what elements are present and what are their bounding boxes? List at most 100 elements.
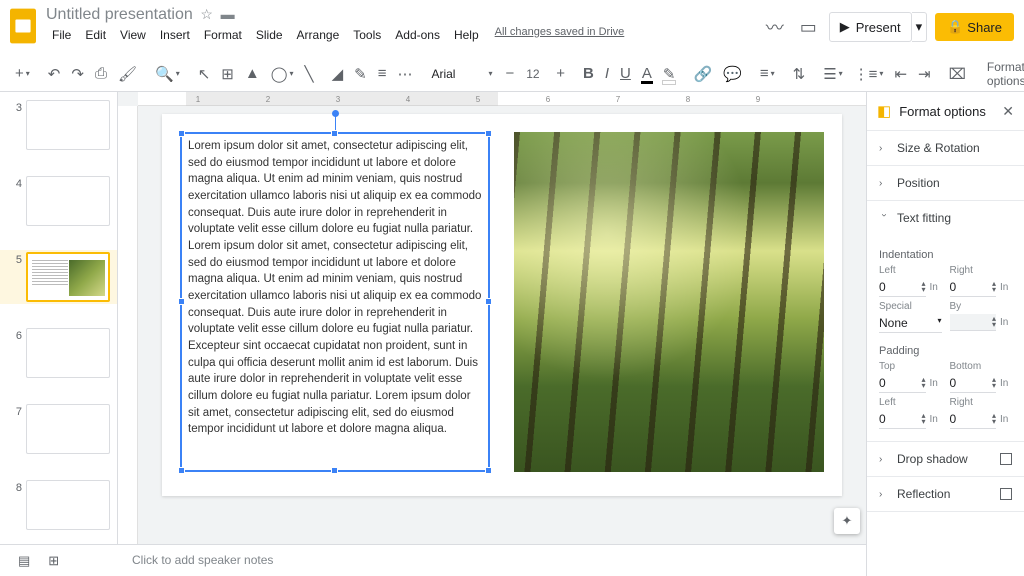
slide-canvas[interactable]: Lorem ipsum dolor sit amet, consectetur … <box>162 114 842 496</box>
zoom-button[interactable]: 🔍▾ <box>150 61 185 87</box>
menu-insert[interactable]: Insert <box>154 26 196 44</box>
chevron-right-icon: › <box>879 454 889 465</box>
comments-icon[interactable]: ▭ <box>796 13 821 42</box>
speaker-notes[interactable]: Click to add speaker notes <box>118 544 866 576</box>
line-tool[interactable]: ╲ <box>300 61 319 87</box>
slide-thumb-4[interactable]: 4 <box>0 174 117 228</box>
fill-color[interactable]: ◢ <box>327 61 349 87</box>
grid-view-icon[interactable]: ⊞ <box>48 553 59 569</box>
toolbar: +▾ ↶ ↷ ⎙ 🖌 🔍▾ ↖ ⊞ ▲ ◯▾ ╲ ◢ ✎ ≡ ⋯ Arial▾ … <box>0 56 1024 92</box>
new-slide-button[interactable]: +▾ <box>10 61 35 86</box>
chevron-right-icon: › <box>879 178 889 189</box>
paint-format-button[interactable]: 🖌 <box>113 61 142 87</box>
undo-button[interactable]: ↶ <box>43 61 66 87</box>
menu-format[interactable]: Format <box>198 26 248 44</box>
bold-button[interactable]: B <box>578 61 599 86</box>
forest-image <box>514 132 824 472</box>
menu-slide[interactable]: Slide <box>250 26 289 44</box>
increase-indent-button[interactable]: ⇥ <box>913 61 936 87</box>
indent-by-input: ▴▾ <box>950 314 997 331</box>
filmstrip[interactable]: 3 4 5 6 7 8 9 10 <box>0 92 118 576</box>
font-select[interactable]: Arial <box>425 65 485 83</box>
indent-special-select[interactable]: None▾ <box>879 314 942 333</box>
menu-file[interactable]: File <box>46 26 77 44</box>
slide-thumb-6[interactable]: 6 <box>0 326 117 380</box>
padding-right-input[interactable]: 0▴▾ <box>950 410 997 429</box>
present-dropdown[interactable]: ▾ <box>912 12 928 42</box>
align-button[interactable]: ≡▾ <box>755 61 780 86</box>
section-position[interactable]: › Position <box>867 166 1024 201</box>
sidebar-title: Format options <box>899 104 1002 119</box>
size-increase[interactable]: + <box>551 61 570 86</box>
italic-button[interactable]: I <box>600 61 614 86</box>
shape-tool[interactable]: ◯▾ <box>266 61 299 87</box>
line-spacing-button[interactable]: ⇅ <box>788 61 811 87</box>
link-button[interactable]: 🔗 <box>688 61 717 87</box>
padding-top-input[interactable]: 0▴▾ <box>879 374 926 393</box>
bulleted-list-button[interactable]: ⋮≡▾ <box>849 61 889 87</box>
textbox-tool[interactable]: ⊞ <box>216 61 239 87</box>
padding-heading: Padding <box>879 345 1012 357</box>
body-textbox[interactable]: Lorem ipsum dolor sit amet, consectetur … <box>180 132 490 472</box>
slide-thumb-5[interactable]: 5 <box>0 250 117 304</box>
print-button[interactable]: ⎙ <box>90 61 112 86</box>
canvas-area: 123456789 Lorem ipsum dolor sit amet, co… <box>118 92 866 576</box>
menu-arrange[interactable]: Arrange <box>291 26 346 44</box>
indent-right-input[interactable]: 0▴▾ <box>950 278 997 297</box>
body-text[interactable]: Lorem ipsum dolor sit amet, consectetur … <box>188 140 481 435</box>
redo-button[interactable]: ↷ <box>66 61 89 87</box>
size-decrease[interactable]: − <box>500 61 519 86</box>
menu-edit[interactable]: Edit <box>79 26 112 44</box>
view-mode-bar: ▤ ⊞ <box>0 544 118 576</box>
folder-icon[interactable]: ▬ <box>221 6 235 22</box>
present-button[interactable]: ▶ Present <box>829 12 912 42</box>
chevron-right-icon: › <box>879 489 889 500</box>
doc-title[interactable]: Untitled presentation <box>46 6 193 24</box>
section-size-rotation[interactable]: › Size & Rotation <box>867 131 1024 166</box>
image-tool[interactable]: ▲ <box>240 61 265 86</box>
star-icon[interactable]: ☆ <box>200 6 213 22</box>
highlight-color-button[interactable]: ✎ <box>658 61 681 87</box>
ruler-vertical[interactable] <box>118 106 138 544</box>
section-text-fitting[interactable]: › Text fitting <box>867 201 1024 235</box>
slides-logo[interactable] <box>10 8 36 44</box>
menu-help[interactable]: Help <box>448 26 485 44</box>
menu-view[interactable]: View <box>114 26 152 44</box>
text-color-button[interactable]: A <box>637 61 657 86</box>
border-weight[interactable]: ≡ <box>373 61 392 86</box>
clear-format-button[interactable]: ⌧ <box>944 61 971 87</box>
chevron-right-icon: › <box>879 143 889 154</box>
drop-shadow-checkbox[interactable] <box>1000 453 1012 465</box>
padding-bottom-input[interactable]: 0▴▾ <box>950 374 997 393</box>
lock-icon: 🔒 <box>947 19 963 35</box>
reflection-checkbox[interactable] <box>1000 488 1012 500</box>
chevron-down-icon: › <box>879 213 890 223</box>
close-sidebar-button[interactable]: ✕ <box>1002 103 1014 120</box>
font-size[interactable]: 12 <box>520 65 550 83</box>
numbered-list-button[interactable]: ☰▾ <box>818 61 847 87</box>
select-tool[interactable]: ↖ <box>193 61 216 87</box>
slide-thumb-7[interactable]: 7 <box>0 402 117 456</box>
slide-image[interactable] <box>514 132 824 472</box>
share-button[interactable]: 🔒 Share <box>935 13 1014 41</box>
padding-left-input[interactable]: 0▴▾ <box>879 410 926 429</box>
menu-tools[interactable]: Tools <box>347 26 387 44</box>
decrease-indent-button[interactable]: ⇤ <box>889 61 912 87</box>
explore-button[interactable]: ✦ <box>834 508 860 534</box>
slide-thumb-8[interactable]: 8 <box>0 478 117 532</box>
format-options-icon: ◧ <box>877 102 891 120</box>
activity-icon[interactable]: 〰 <box>762 10 788 44</box>
underline-button[interactable]: U <box>615 61 636 86</box>
menu-addons[interactable]: Add-ons <box>389 26 446 44</box>
format-options-link[interactable]: Format options <box>979 56 1024 92</box>
section-reflection[interactable]: › Reflection <box>867 477 1024 512</box>
border-color[interactable]: ✎ <box>349 61 372 87</box>
slide-thumb-3[interactable]: 3 <box>0 98 117 152</box>
filmstrip-view-icon[interactable]: ▤ <box>18 553 30 569</box>
border-dash[interactable]: ⋯ <box>392 61 417 87</box>
section-drop-shadow[interactable]: › Drop shadow <box>867 441 1024 477</box>
indent-left-input[interactable]: 0▴▾ <box>879 278 926 297</box>
save-status[interactable]: All changes saved in Drive <box>495 26 625 44</box>
ruler-horizontal[interactable]: 123456789 <box>138 92 866 106</box>
comment-button[interactable]: 💬 <box>718 61 747 87</box>
